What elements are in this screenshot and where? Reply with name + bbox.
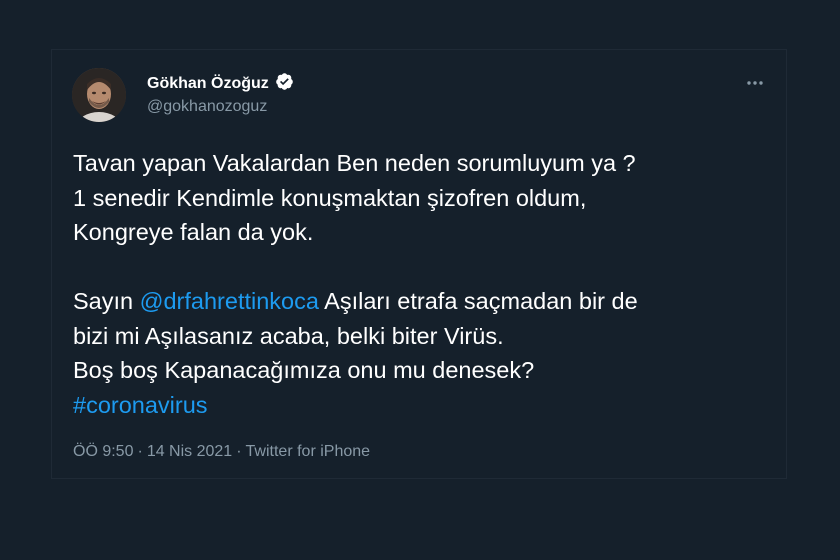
author-display-name[interactable]: Gökhan Özoğuz <box>147 75 269 93</box>
tweet-text-line: Tavan yapan Vakalardan Ben neden sorumlu… <box>73 150 636 176</box>
tweet-metadata: ÖÖ 9:50 · 14 Nis 2021 · Twitter for iPhone <box>73 443 370 461</box>
text-segment: Aşıları etrafa saçmadan bir de <box>318 288 638 314</box>
text-segment: Sayın <box>73 288 140 314</box>
author-name-row: Gökhan Özoğuz <box>147 72 294 96</box>
tweet-source[interactable]: Twitter for iPhone <box>246 443 371 460</box>
avatar[interactable] <box>72 68 126 122</box>
author-handle[interactable]: @gokhanozoguz <box>147 98 267 116</box>
tweet-text-line: Kongreye falan da yok. <box>73 219 314 245</box>
tweet-text-line: 1 senedir Kendimle konuşmaktan şizofren … <box>73 184 587 211</box>
separator: · <box>137 443 143 460</box>
tweet-card: Gökhan Özoğuz @gokhanozoguz Tavan yapan … <box>51 49 787 479</box>
tweet-time[interactable]: ÖÖ 9:50 <box>73 443 133 460</box>
tweet-date[interactable]: 14 Nis 2021 <box>147 443 232 460</box>
verified-badge-icon <box>275 72 294 96</box>
tweet-text-line: Sayın @drfahrettinkoca Aşıları etrafa sa… <box>73 284 773 319</box>
avatar-photo <box>72 68 126 122</box>
hashtag-link[interactable]: #coronavirus <box>73 388 773 423</box>
tweet-text: Tavan yapan Vakalardan Ben neden sorumlu… <box>73 146 773 422</box>
tweet-text-line: bizi mi Aşılasanız acaba, belki biter Vi… <box>73 322 504 349</box>
more-horizontal-icon[interactable] <box>746 70 764 91</box>
tweet-text-line: Boş boş Kapanacağımıza onu mu denesek? <box>73 357 535 383</box>
separator: · <box>236 443 242 460</box>
mention-link[interactable]: @drfahrettinkoca <box>140 288 319 314</box>
